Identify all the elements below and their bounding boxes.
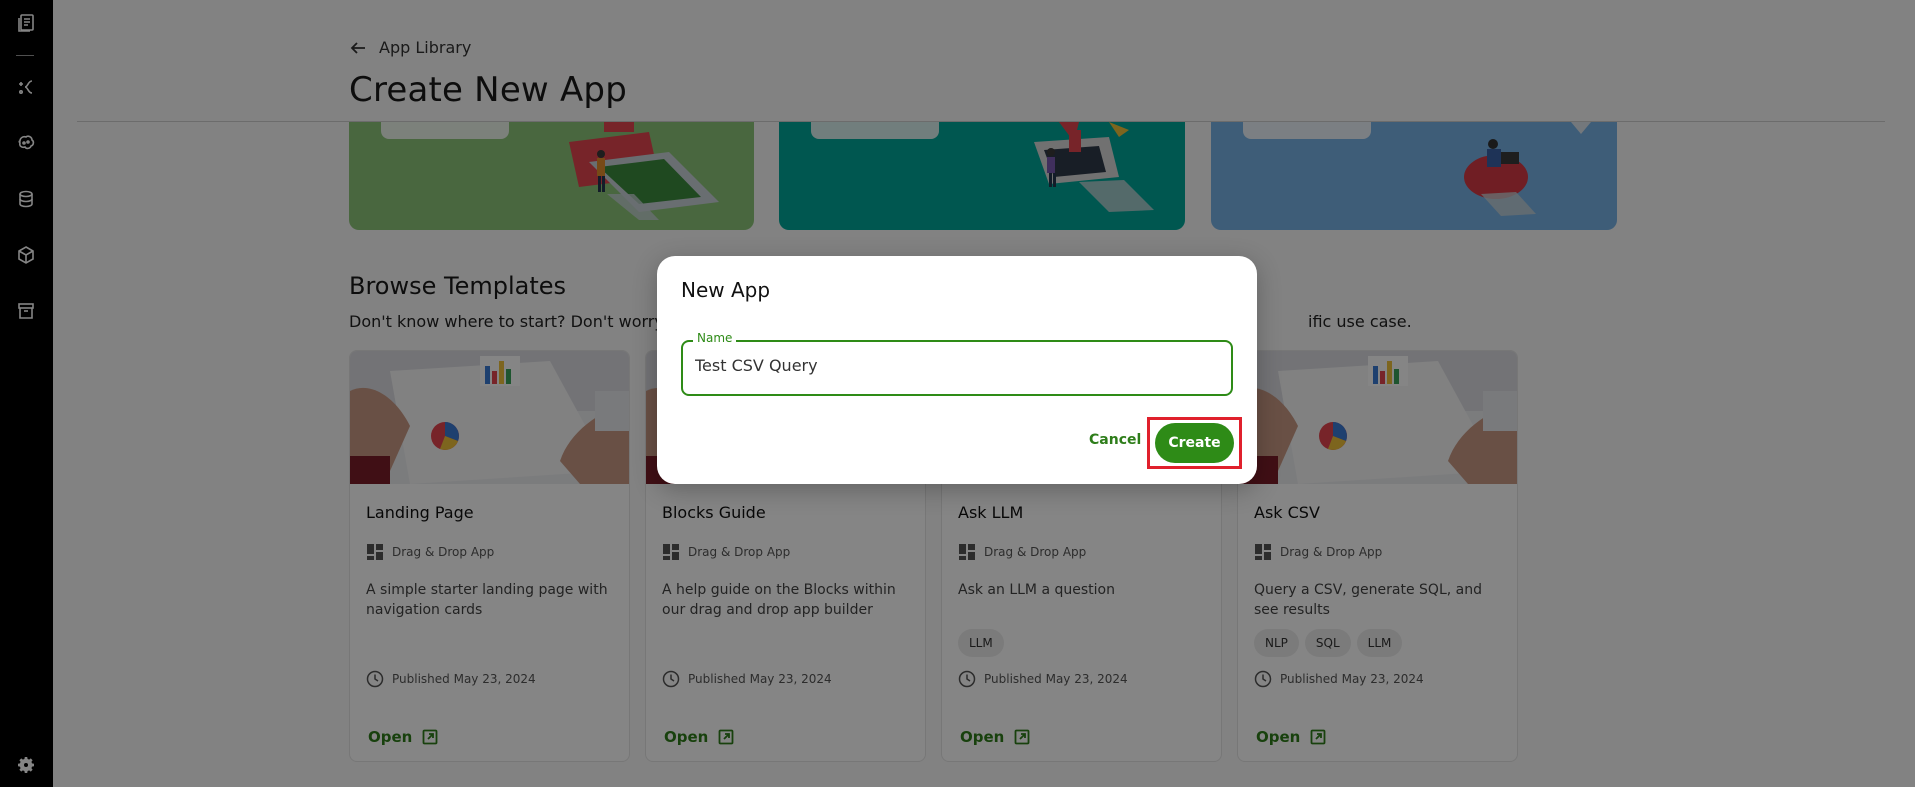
create-button[interactable]: Create (1155, 423, 1234, 463)
cancel-button[interactable]: Cancel (1089, 432, 1141, 448)
new-app-dialog: New App Name Cancel Create (657, 256, 1257, 484)
name-input[interactable] (695, 356, 1215, 375)
dialog-title: New App (681, 278, 771, 302)
name-field-label: Name (693, 331, 737, 345)
name-field[interactable]: Name (681, 331, 1233, 396)
